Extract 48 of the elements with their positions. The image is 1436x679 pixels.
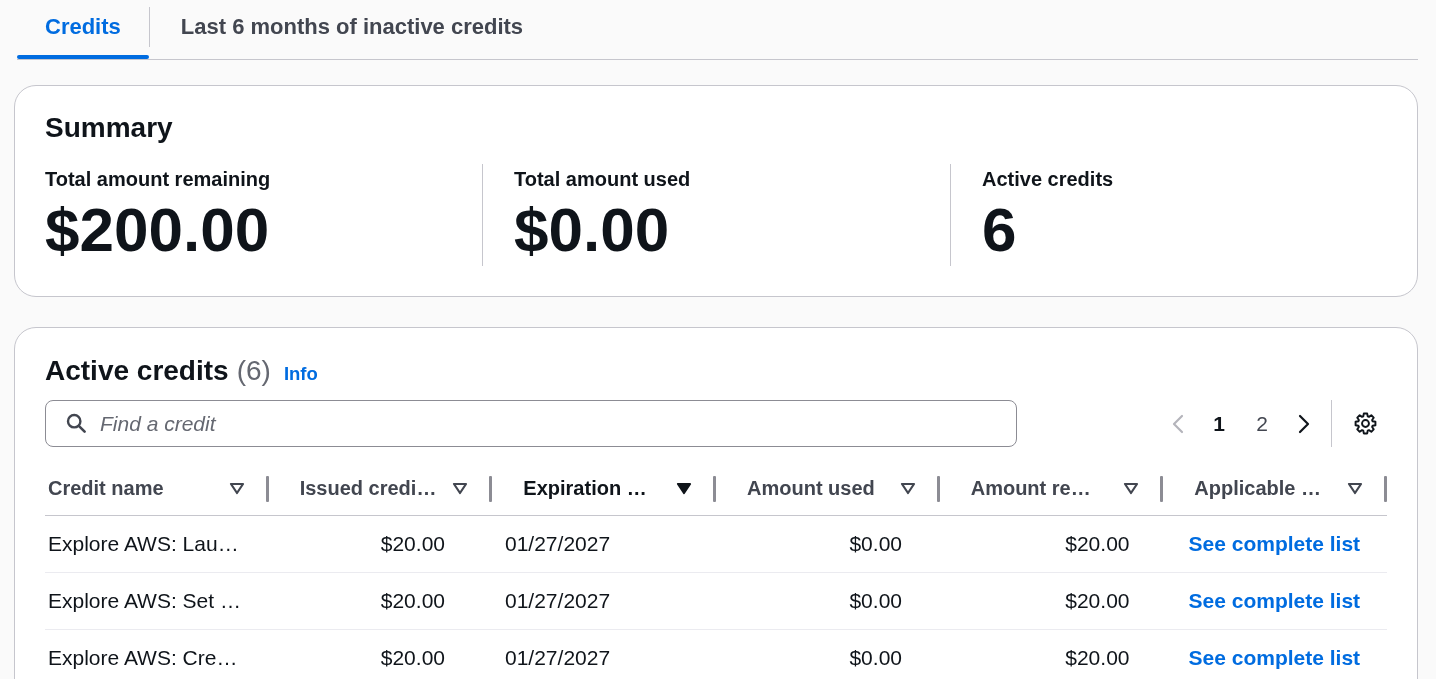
table-cell-text: $20.00	[1064, 531, 1131, 557]
sort-icon	[1347, 482, 1364, 495]
metric-value: $200.00	[45, 195, 271, 265]
search-icon	[66, 413, 86, 433]
tab[interactable]: Credits	[17, 0, 149, 59]
metric-value: 6	[982, 195, 1018, 265]
column-header[interactable]: Expiration …	[492, 473, 692, 504]
table-cell-text: Explore AWS: Cre…	[47, 645, 239, 671]
chevron-right-icon[interactable]	[1297, 413, 1311, 434]
table-cell-text: $20.00	[379, 588, 446, 614]
metric-label: Active credits	[982, 167, 1115, 191]
table-cell-text: 01/27/2027	[504, 588, 612, 614]
column-header[interactable]: Amount used	[716, 473, 916, 504]
column-header[interactable]: Applicable …	[1163, 473, 1364, 504]
column-header[interactable]: Credit name	[45, 473, 245, 504]
table-cell-text: Explore AWS: Set …	[47, 588, 242, 614]
metric-label: Total amount used	[514, 167, 692, 191]
services-link[interactable]: See complete list	[1188, 589, 1361, 613]
tab[interactable]: Last 6 months of inactive credits	[149, 0, 555, 59]
column-header[interactable]: Issued credi…	[268, 473, 469, 504]
metric-value: $0.00	[514, 195, 671, 265]
metric-label: Total amount remaining	[45, 167, 272, 191]
table-cell-text: $0.00	[848, 531, 903, 557]
search-field[interactable]: Find a credit	[45, 400, 1017, 447]
table-cell-text: $0.00	[848, 645, 903, 671]
sort-icon	[1123, 482, 1140, 495]
services-link[interactable]: See complete list	[1188, 646, 1361, 670]
table-cell-text: $0.00	[848, 588, 903, 614]
settings-icon[interactable]	[1354, 412, 1377, 435]
table-cell-text: $20.00	[1064, 645, 1131, 671]
column-header[interactable]: Amount re…	[939, 473, 1140, 504]
sort-icon	[676, 482, 692, 495]
table-cell-text: 01/27/2027	[504, 531, 612, 557]
services-link[interactable]: See complete list	[1188, 532, 1361, 556]
sort-icon	[452, 482, 469, 495]
summary-title: Summary	[45, 111, 174, 145]
table-cell-text: $20.00	[1064, 588, 1131, 614]
credit-count: (6)	[236, 354, 271, 388]
info-link[interactable]: Info	[283, 363, 318, 385]
table-cell-text: $20.00	[379, 531, 446, 557]
sort-icon	[899, 482, 916, 495]
table-cell-text: 01/27/2027	[504, 645, 612, 671]
table-cell-text: $20.00	[379, 645, 446, 671]
sort-icon	[228, 482, 245, 495]
page-button[interactable]: 2	[1247, 409, 1277, 438]
table-cell-text: Explore AWS: Lau…	[47, 531, 240, 557]
credits-title: Active credits	[45, 354, 229, 388]
page-button[interactable]: 1	[1204, 409, 1234, 438]
